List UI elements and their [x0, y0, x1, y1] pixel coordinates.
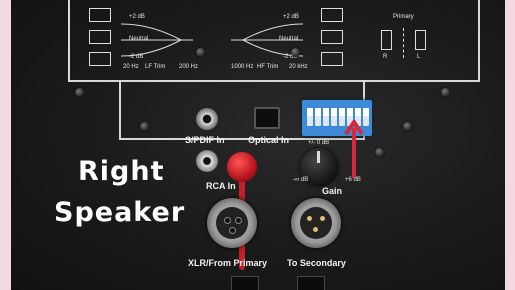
screw [140, 122, 149, 131]
screw [291, 48, 300, 57]
hf-trim-label: HF Trim [257, 64, 279, 70]
dip-switch[interactable] [315, 108, 321, 126]
xlr-pin [307, 216, 312, 221]
speaker-rear-panel: +2 dB Neutral -2 dB 20 Hz LF Trim 200 Hz… [11, 0, 505, 290]
xlr-pin [224, 217, 231, 224]
xlr-output-socket [300, 207, 332, 239]
hf-switch-2 [321, 30, 343, 44]
xlr-input-connector[interactable] [207, 198, 257, 248]
bottom-connector-right [297, 276, 325, 290]
primary-divider [403, 28, 405, 58]
gain-knob-indicator [317, 151, 320, 163]
gain-label: Gain [322, 186, 343, 196]
lf-switch-1 [89, 8, 111, 22]
xlr-pin [235, 217, 242, 224]
lf-trim-section: +2 dB Neutral -2 dB 20 Hz LF Trim 200 Hz [83, 6, 203, 70]
hf-switch-3 [321, 52, 343, 66]
xlr-input-socket [216, 207, 248, 239]
primary-label: Primary [393, 14, 414, 20]
screw [196, 48, 205, 57]
spdif-label: S/PDIF In [185, 135, 225, 145]
gain-zero-label: +/- 0 dB [308, 140, 330, 146]
primary-switch-l [415, 30, 426, 50]
dip-switch[interactable] [323, 108, 329, 126]
dip-switch[interactable] [307, 108, 313, 126]
dip-switch[interactable] [331, 108, 337, 126]
hf-plus2db: +2 dB [283, 14, 299, 20]
red-arrow-annotation [344, 120, 364, 178]
primary-section: Primary R L [371, 8, 441, 68]
hf-freq-low: 1000 Hz [231, 64, 254, 70]
overlay-title-line2: Speaker [54, 197, 186, 228]
optical-label: Optical In [248, 135, 290, 145]
primary-l: L [417, 54, 421, 60]
screw [403, 122, 412, 131]
hf-switch-1 [321, 8, 343, 22]
hf-trim-section: +2 dB Neutral -2 dB 1000 Hz HF Trim 20 k… [229, 6, 349, 70]
primary-switch-r [381, 30, 392, 50]
to-secondary-label: To Secondary [287, 258, 346, 268]
lf-curve [121, 23, 193, 57]
screw [441, 88, 450, 97]
optical-port[interactable] [254, 107, 280, 129]
hf-neutral: Neutral [279, 36, 299, 42]
gain-min-label: -∞ dB [293, 177, 309, 183]
overlay-title-line1: Right [78, 156, 165, 187]
lf-freq-high: 200 Hz [179, 64, 199, 70]
lf-trim-label: LF Trim [145, 64, 166, 70]
rca-jack[interactable] [196, 150, 218, 172]
spdif-jack[interactable] [196, 108, 218, 130]
screw [375, 148, 384, 157]
screw [75, 88, 84, 97]
rca-label: RCA In [206, 181, 236, 191]
xlr-pin [320, 216, 325, 221]
bottom-connector-left [231, 276, 259, 290]
xlr-output-connector[interactable] [291, 198, 341, 248]
xlr-pin [313, 227, 318, 232]
primary-r: R [383, 54, 388, 60]
lf-switch-2 [89, 30, 111, 44]
lf-freq-low: 20 Hz [123, 64, 139, 70]
lf-switch-3 [89, 52, 111, 66]
xlr-pin [229, 227, 236, 234]
rca-plug [227, 152, 257, 182]
gain-max-label: +6 dB [345, 177, 361, 183]
hf-freq-high: 20 kHz [289, 64, 308, 70]
xlr-from-primary-label: XLR/From Primary [188, 258, 268, 268]
